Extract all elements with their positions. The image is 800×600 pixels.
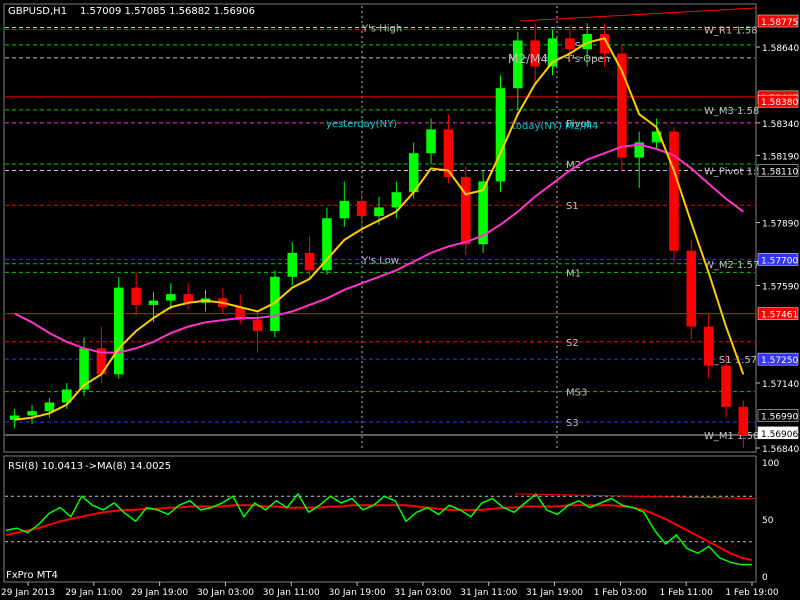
price-tick-label-2: 1.58190 xyxy=(762,152,799,162)
svg-text:1.58775: 1.58775 xyxy=(761,18,798,28)
price-tag-3: 1.58110 xyxy=(757,164,798,178)
level-label-14: S2 xyxy=(566,338,579,349)
svg-text:1.57700: 1.57700 xyxy=(761,256,798,266)
price-tick-label-3: 1.57890 xyxy=(762,220,799,230)
symbol-label: GBPUSD,H1 xyxy=(8,6,67,17)
time-label-6: 31 Jan 03:00 xyxy=(394,588,451,598)
svg-text:1.56990: 1.56990 xyxy=(761,412,798,422)
time-label-9: 1 Feb 03:00 xyxy=(594,588,648,598)
rsi-tick-label-0: 0 xyxy=(762,573,768,583)
rsi-label: RSI(8) 10.0413 xyxy=(8,461,83,472)
level-label-18: W_M1 1.58 xyxy=(704,431,759,442)
price-tag-0: 1.58775 xyxy=(757,14,799,28)
broker-label: FxPro MT4 xyxy=(6,570,58,581)
candle-28 xyxy=(495,75,506,193)
time-label-7: 31 Jan 11:00 xyxy=(460,588,517,598)
time-label-5: 30 Jan 19:00 xyxy=(329,588,386,598)
svg-text:1.57461: 1.57461 xyxy=(761,311,798,321)
candle-39 xyxy=(686,239,697,340)
ohlc-label: 1.57009 1.57085 1.56882 1.56906 xyxy=(80,6,255,17)
rsi-ma-label: ->MA(8) 14.0025 xyxy=(85,461,171,472)
price-tag-2: 1.58380 xyxy=(757,94,798,108)
price-tick-label-6: 1.56840 xyxy=(762,445,799,455)
annotation-2: today(NY) M2/M4 xyxy=(512,121,598,132)
price-tag-6: 1.57250 xyxy=(757,352,798,366)
level-label-16: MS3 xyxy=(566,388,587,399)
time-label-2: 29 Jan 19:00 xyxy=(131,588,188,598)
time-label-11: 1 Feb 19:00 xyxy=(725,588,779,598)
price-tag-5: 1.57461 xyxy=(757,307,799,321)
svg-text:1.58380: 1.58380 xyxy=(761,98,798,108)
price-tick-label-0: 1.58640 xyxy=(762,44,799,54)
price-tag-7: 1.56990 xyxy=(757,409,798,422)
time-label-4: 30 Jan 11:00 xyxy=(263,588,320,598)
rsi-tick-label-2: 100 xyxy=(762,459,779,469)
svg-text:1.57250: 1.57250 xyxy=(761,356,798,366)
price-tag-4: 1.57700 xyxy=(757,253,798,266)
candle-6 xyxy=(113,276,124,379)
rsi-tick-label-1: 50 xyxy=(762,516,774,526)
candle-38 xyxy=(669,127,679,262)
level-label-9: S1 xyxy=(566,201,579,212)
level-label-17: S3 xyxy=(566,418,579,429)
time-label-3: 30 Jan 03:00 xyxy=(197,588,254,598)
main-panel[interactable] xyxy=(3,3,757,453)
price-tag-8: 1.56906 xyxy=(757,426,798,440)
level-label-1: Y's High xyxy=(361,24,402,35)
level-label-5: W_M3 1.58 xyxy=(704,106,759,117)
level-label-8: W_Pivot 1.5 xyxy=(704,167,763,178)
level-label-11: W_M2 1.57 xyxy=(704,260,759,271)
time-axis: 29 Jan 2013 29 Jan 11:00 29 Jan 19:00 30 Ja… xyxy=(1,582,779,598)
price-tick-label-5: 1.57140 xyxy=(762,380,799,390)
time-label-8: 31 Jan 19:00 xyxy=(526,588,583,598)
price-tick-label-4: 1.57590 xyxy=(762,282,799,292)
time-label-10: 1 Feb 11:00 xyxy=(660,588,714,598)
price-tick-label-1: 1.58340 xyxy=(762,120,799,130)
annotation-0: M2/M4 xyxy=(508,52,548,66)
rsi-panel[interactable] xyxy=(3,455,757,583)
level-label-10: Y's Low xyxy=(361,255,399,266)
time-label-0: 29 Jan 2013 xyxy=(1,588,55,598)
time-label-1: 29 Jan 11:00 xyxy=(65,588,122,598)
trading-chart[interactable]: W_R1 1.58Y's HighMST's OpenW_M3 1.58Pivo… xyxy=(0,0,800,600)
level-label-12: M1 xyxy=(566,268,581,279)
annotation-1: yesterday(NY) xyxy=(326,119,397,130)
svg-text:1.58110: 1.58110 xyxy=(761,168,798,178)
svg-text:1.56906: 1.56906 xyxy=(761,430,798,440)
